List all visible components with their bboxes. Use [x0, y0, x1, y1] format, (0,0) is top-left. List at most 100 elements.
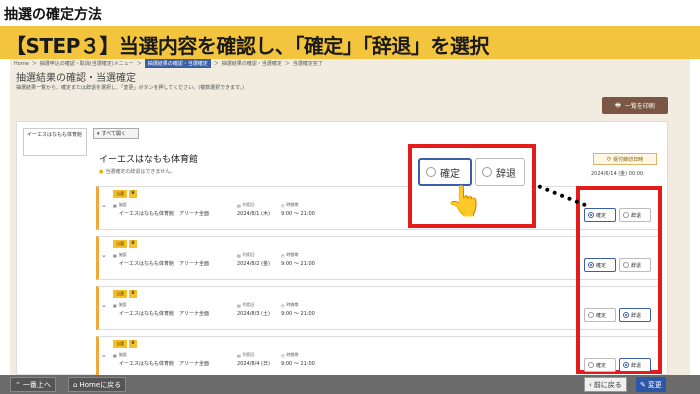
- facility-name: イーエスはなもも体育館 アリーナ全面: [119, 361, 210, 367]
- confirm-radio[interactable]: 確定: [584, 358, 616, 372]
- time-label-text: 時間帯: [286, 202, 299, 207]
- facility-title: イーエスはなもも体育館: [99, 155, 199, 165]
- footer-bar: ⌃ 一番上へ ⌂ Homeに戻る ‹ 前に戻る ✎ 変更: [0, 375, 700, 394]
- trophy-icon: ♛: [129, 340, 137, 348]
- calendar-icon: ▤: [237, 352, 241, 358]
- chevron-down-icon[interactable]: ⌄: [101, 351, 107, 359]
- section-heading: 抽選の確定方法: [4, 7, 102, 23]
- chevron-down-icon: ▾: [97, 130, 100, 137]
- time-label-text: 時間帯: [286, 352, 299, 357]
- facility-note-text: 当選確定の辞退はできません。: [105, 169, 176, 175]
- zoom-decline-radio[interactable]: 辞退: [475, 158, 525, 186]
- facility-note: ● 当選確定の辞退はできません。: [99, 168, 176, 176]
- print-list-button[interactable]: 🖶 一覧を印刷: [602, 97, 668, 114]
- use-date: 2024/8/1 (木): [237, 211, 270, 217]
- expand-all-button[interactable]: ▾ すべて開く: [93, 128, 139, 139]
- breadcrumb-item[interactable]: Home: [14, 61, 29, 67]
- expand-all-label: すべて開く: [101, 131, 126, 137]
- back-button[interactable]: ‹ 前に戻る: [584, 377, 627, 392]
- radio-empty-icon: [482, 167, 492, 177]
- building-icon: ▦: [113, 252, 117, 258]
- zoom-confirm-label: 確定: [440, 168, 460, 180]
- facility-filter-item[interactable]: イーエスはなもも体育館: [23, 128, 87, 156]
- time-label: ◷ 時間帯: [281, 202, 299, 208]
- building-icon: ▦: [113, 202, 117, 208]
- pin-icon: ●: [99, 168, 104, 175]
- trophy-icon: ♛: [129, 240, 137, 248]
- facility-name: イーエスはなもも体育館 アリーナ全面: [119, 261, 210, 267]
- confirm-radio-label: 確定: [596, 312, 607, 319]
- time-label-text: 時間帯: [286, 252, 299, 257]
- calendar-icon: ▤: [237, 302, 241, 308]
- breadcrumb-separator: ＞: [284, 61, 290, 67]
- breadcrumb-separator: ＞: [31, 61, 37, 67]
- trophy-icon: ♛: [129, 290, 137, 298]
- confirm-radio[interactable]: 確定: [584, 258, 616, 272]
- back-to-top-label: 一番上へ: [22, 380, 51, 389]
- facility-name: イーエスはなもも体育館 アリーナ全面: [119, 311, 210, 317]
- win-badge: 当選: [113, 340, 127, 348]
- confirm-radio[interactable]: 確定: [584, 308, 616, 322]
- win-badge: 当選: [113, 190, 127, 198]
- confirm-radio-label: 確定: [596, 212, 607, 219]
- use-time: 9:00 ～ 21:00: [281, 311, 315, 317]
- date-label-text: 利用日: [242, 302, 255, 307]
- breadcrumb-item[interactable]: 抽選申込の確認・取消(当選確定)メニュー: [40, 60, 134, 67]
- chevron-down-icon[interactable]: ⌄: [101, 201, 107, 209]
- row-badges: 当選 ♛: [113, 240, 137, 248]
- breadcrumb-separator: ＞: [136, 61, 142, 67]
- decline-radio[interactable]: 辞退: [619, 258, 651, 272]
- radio-selected-icon: [623, 312, 629, 318]
- use-time: 9:00 ～ 21:00: [281, 211, 315, 217]
- date-label-text: 利用日: [242, 352, 255, 357]
- confirm-radio[interactable]: 確定: [584, 208, 616, 222]
- chevron-down-icon[interactable]: ⌄: [101, 251, 107, 259]
- date-label: ▤ 利用日: [237, 352, 255, 358]
- change-button[interactable]: ✎ 変更: [636, 377, 666, 392]
- deadline-label: 受付締切日時: [613, 156, 644, 163]
- type-label-text: 施設: [118, 202, 127, 207]
- page-description: 抽選結果一覧から、確定または辞退を選択し、「変更」ボタンを押してください。(複数…: [16, 85, 245, 91]
- type-label: ▦ 施設: [113, 302, 127, 308]
- decline-radio[interactable]: 辞退: [619, 208, 651, 222]
- zoom-confirm-radio[interactable]: 確定: [418, 158, 472, 186]
- win-badge: 当選: [113, 290, 127, 298]
- use-date: 2024/8/2 (金): [237, 261, 270, 267]
- deadline-badge: ◷ 受付締切日時: [593, 153, 657, 165]
- confirm-radio-label: 確定: [596, 362, 607, 369]
- radio-selected-icon: [426, 167, 436, 177]
- trophy-icon: ♛: [129, 190, 137, 198]
- building-icon: ▦: [113, 302, 117, 308]
- breadcrumb-item: 当選確定完了: [292, 61, 323, 67]
- type-label-text: 施設: [118, 252, 127, 257]
- decline-radio[interactable]: 辞退: [619, 308, 651, 322]
- time-label: ◷ 時間帯: [281, 302, 299, 308]
- clock-icon: ◷: [281, 302, 285, 308]
- double-chevron-up-icon: ⌃: [15, 380, 21, 389]
- decline-radio-label: 辞退: [631, 362, 642, 369]
- type-label: ▦ 施設: [113, 252, 127, 258]
- use-date: 2024/8/4 (日): [237, 361, 270, 367]
- clock-icon: ◷: [606, 156, 612, 162]
- chevron-down-icon[interactable]: ⌄: [101, 301, 107, 309]
- type-label: ▦ 施設: [113, 202, 127, 208]
- printer-icon: 🖶: [615, 101, 621, 109]
- home-button[interactable]: ⌂ Homeに戻る: [68, 377, 127, 392]
- decline-radio-label: 辞退: [631, 262, 642, 269]
- deadline-date: 2024/6/14 (金) 00:00: [591, 171, 644, 177]
- calendar-icon: ▤: [237, 202, 241, 208]
- date-label: ▤ 利用日: [237, 252, 255, 258]
- clock-icon: ◷: [281, 352, 285, 358]
- home-icon: ⌂: [73, 380, 78, 389]
- print-list-label: 一覧を印刷: [624, 103, 655, 110]
- breadcrumb-item-current: 抽選結果の確認・当選確定: [144, 59, 211, 68]
- date-label-text: 利用日: [242, 252, 255, 257]
- type-label-text: 施設: [118, 302, 127, 307]
- chevron-left-icon: ‹: [589, 380, 592, 389]
- radio-empty-icon: [623, 262, 629, 268]
- decline-radio-label: 辞退: [631, 312, 642, 319]
- decline-radio[interactable]: 辞退: [619, 358, 651, 372]
- row-badges: 当選 ♛: [113, 190, 137, 198]
- back-to-top-button[interactable]: ⌃ 一番上へ: [10, 377, 56, 392]
- page-title: 抽選結果の確認・当選確定: [16, 73, 136, 84]
